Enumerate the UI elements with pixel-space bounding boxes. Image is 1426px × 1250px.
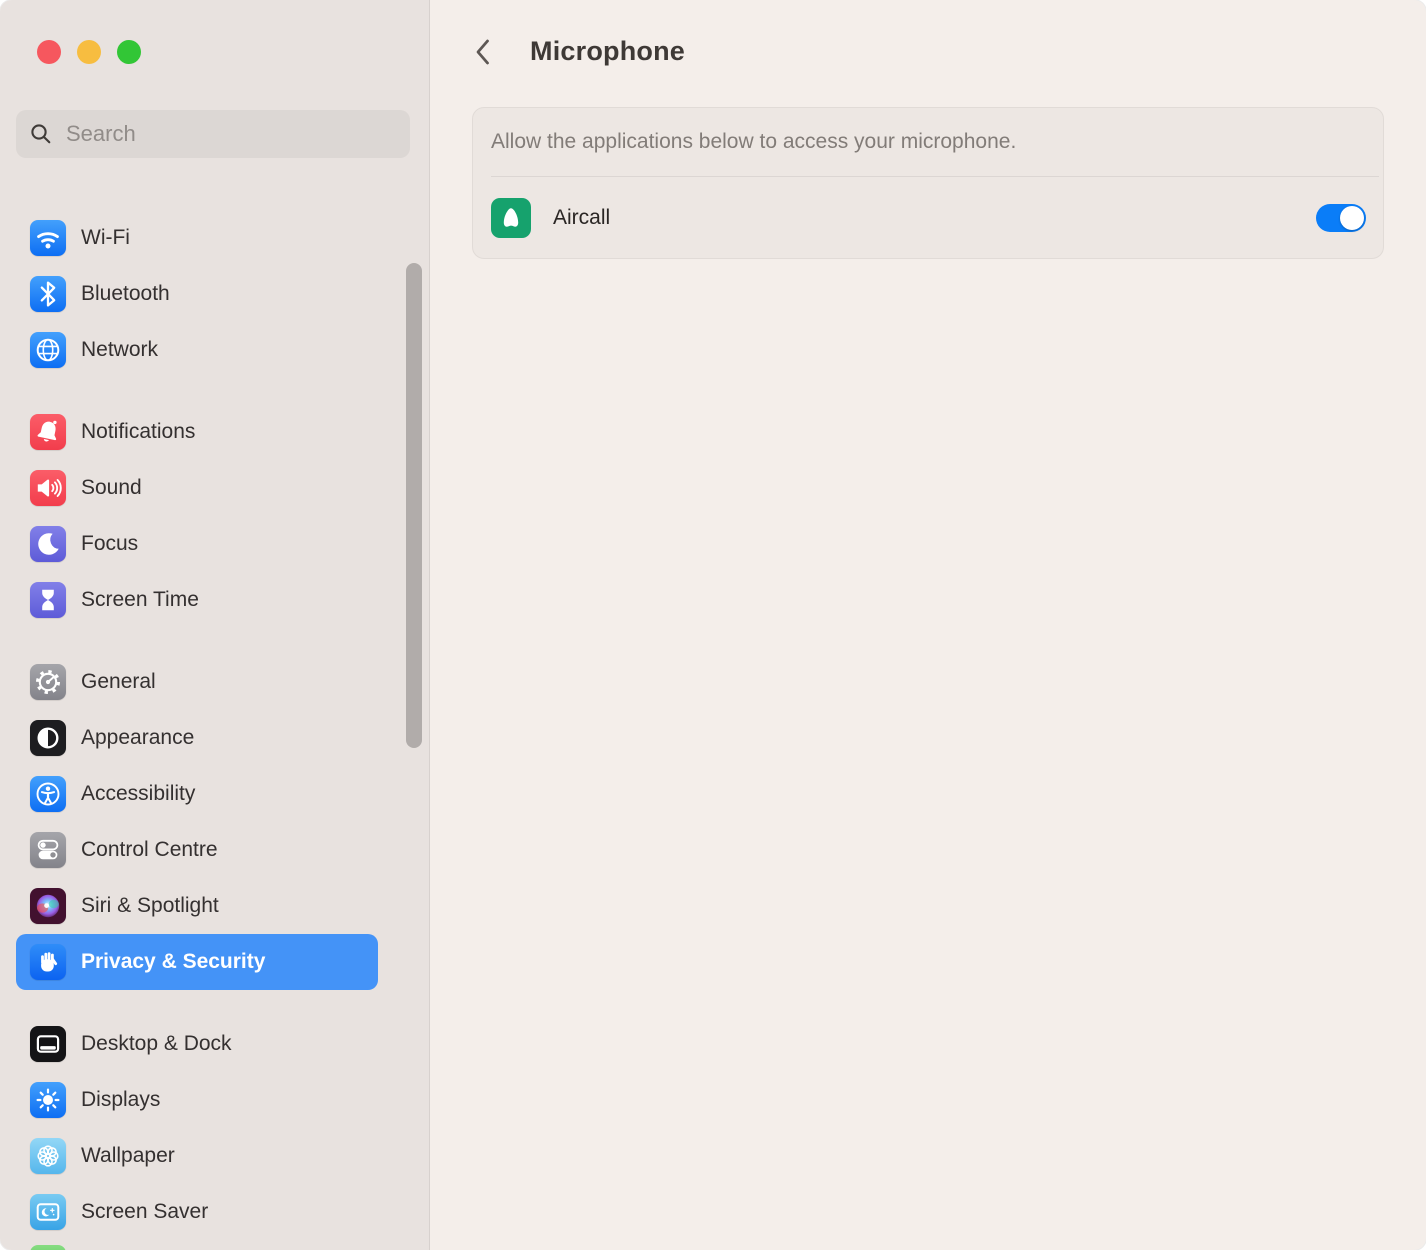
app-name: Aircall (553, 206, 1294, 230)
sidebar-item-label: Screen Time (81, 588, 199, 612)
sidebar-item-general[interactable]: General (16, 654, 378, 710)
search-field[interactable] (16, 110, 410, 158)
minimize-button[interactable] (77, 40, 101, 64)
sidebar-item-appearance[interactable]: Appearance (16, 710, 378, 766)
sidebar-item-wifi[interactable]: Wi-Fi (16, 210, 378, 266)
sidebar: Wi-Fi Bluetooth Network (0, 0, 430, 1250)
control-centre-icon (30, 832, 66, 868)
sidebar-group-alerts: Notifications Sound Focus (16, 404, 378, 628)
window-controls (37, 40, 141, 64)
sidebar-item-control-centre[interactable]: Control Centre (16, 822, 378, 878)
sidebar-item-label: Appearance (81, 726, 194, 750)
sidebar-item-label: Wi-Fi (81, 226, 130, 250)
desktop-dock-icon (30, 1026, 66, 1062)
sidebar-item-label: Network (81, 338, 158, 362)
sidebar-group-connectivity: Wi-Fi Bluetooth Network (16, 210, 378, 378)
sidebar-item-label: Control Centre (81, 838, 218, 862)
globe-icon (30, 332, 66, 368)
sidebar-item-label: Wallpaper (81, 1144, 175, 1168)
sidebar-item-privacy-security[interactable]: Privacy & Security (16, 934, 378, 990)
sidebar-item-focus[interactable]: Focus (16, 516, 378, 572)
sidebar-group-system: General Appearance Accessibility (16, 654, 378, 990)
gear-icon (30, 664, 66, 700)
sidebar-item-label: Accessibility (81, 782, 195, 806)
sidebar-item-siri-spotlight[interactable]: Siri & Spotlight (16, 878, 378, 934)
chevron-left-icon (472, 37, 494, 67)
sidebar-nav: Wi-Fi Bluetooth Network (16, 210, 378, 1250)
zoom-button[interactable] (117, 40, 141, 64)
sidebar-item-label: Bluetooth (81, 282, 170, 306)
sidebar-item-screen-time[interactable]: Screen Time (16, 572, 378, 628)
page-title: Microphone (530, 36, 685, 67)
hand-icon (30, 944, 66, 980)
sidebar-item-sound[interactable]: Sound (16, 460, 378, 516)
sidebar-item-network[interactable]: Network (16, 322, 378, 378)
sidebar-scrollbar-thumb[interactable] (406, 263, 422, 748)
sidebar-item-label: Focus (81, 532, 138, 556)
search-icon (29, 122, 53, 146)
toggle-knob (1340, 206, 1364, 230)
screensaver-icon (30, 1194, 66, 1230)
sidebar-item-label: Screen Saver (81, 1200, 208, 1224)
sun-icon (30, 1082, 66, 1118)
system-settings-window: Wi-Fi Bluetooth Network (0, 0, 1426, 1250)
wifi-icon (30, 220, 66, 256)
siri-icon (30, 888, 66, 924)
sidebar-item-label: Siri & Spotlight (81, 894, 219, 918)
flower-icon (30, 1138, 66, 1174)
app-row-aircall: Aircall (473, 177, 1383, 258)
battery-icon (30, 1245, 66, 1250)
close-button[interactable] (37, 40, 61, 64)
sidebar-item-displays[interactable]: Displays (16, 1072, 378, 1128)
permissions-card: Allow the applications below to access y… (472, 107, 1384, 259)
bell-icon (30, 414, 66, 450)
accessibility-icon (30, 776, 66, 812)
sidebar-item-wallpaper[interactable]: Wallpaper (16, 1128, 378, 1184)
bluetooth-icon (30, 276, 66, 312)
moon-icon (30, 526, 66, 562)
appearance-icon (30, 720, 66, 756)
sidebar-item-notifications[interactable]: Notifications (16, 404, 378, 460)
sidebar-item-accessibility[interactable]: Accessibility (16, 766, 378, 822)
aircall-app-icon (491, 198, 531, 238)
sidebar-item-bluetooth[interactable]: Bluetooth (16, 266, 378, 322)
search-input[interactable] (64, 120, 397, 148)
main-pane: Microphone Allow the applications below … (430, 0, 1426, 1250)
permissions-description: Allow the applications below to access y… (473, 108, 1383, 176)
sidebar-item-label: Displays (81, 1088, 160, 1112)
sidebar-item-label: General (81, 670, 156, 694)
sidebar-item-label: Privacy & Security (81, 950, 265, 974)
sidebar-group-appearance-desktop: Desktop & Dock Displays Wallpaper (16, 1016, 378, 1240)
sidebar-item-desktop-dock[interactable]: Desktop & Dock (16, 1016, 378, 1072)
hourglass-icon (30, 582, 66, 618)
sidebar-item-label: Sound (81, 476, 142, 500)
microphone-toggle-aircall[interactable] (1316, 204, 1366, 232)
sidebar-item-screen-saver[interactable]: Screen Saver (16, 1184, 378, 1240)
sidebar-item-label: Notifications (81, 420, 195, 444)
speaker-icon (30, 470, 66, 506)
sidebar-item-label: Desktop & Dock (81, 1032, 232, 1056)
back-button[interactable] (470, 36, 496, 68)
